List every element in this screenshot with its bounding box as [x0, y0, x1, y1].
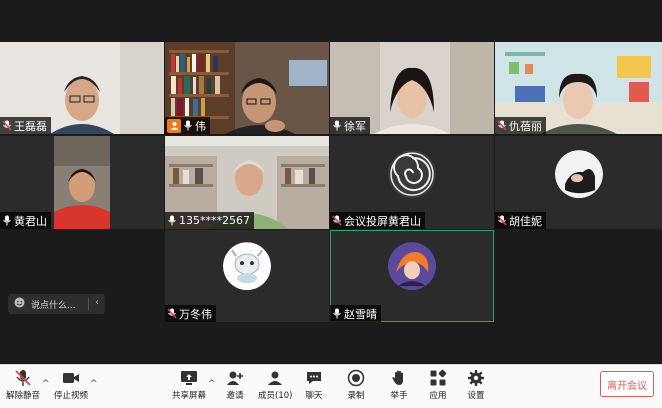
members-icon	[268, 371, 283, 385]
participant-tile-3[interactable]: 仇蓓丽	[495, 42, 662, 134]
unmute-label: 解除静音	[6, 391, 41, 401]
chevron-left-icon[interactable]: ‹	[95, 297, 99, 308]
nameplate: 徐军	[330, 117, 370, 134]
profile-photo-icon	[554, 150, 603, 199]
participant-name: 赵雪晴	[344, 307, 377, 321]
participant-tile-2[interactable]: 徐军	[330, 42, 494, 134]
participant-tile-5[interactable]: 135****2567	[165, 136, 329, 229]
participant-name: 徐军	[344, 119, 366, 133]
emoji-icon[interactable]	[14, 297, 25, 311]
settings-button[interactable]: 设置	[467, 369, 485, 401]
participant-tile-7[interactable]: 胡佳妮	[495, 136, 662, 229]
apps-button[interactable]: 应用	[429, 369, 447, 401]
stop-video-label: 停止视频	[54, 391, 89, 401]
invite-button[interactable]: 邀请	[226, 369, 244, 401]
participant-name: 王磊磊	[14, 119, 47, 133]
avatar	[388, 150, 436, 199]
chat-quick-input[interactable]: 说点什么... ‹	[8, 294, 105, 314]
members-label: 成员(10)	[258, 391, 293, 401]
chat-button[interactable]: 聊天	[305, 369, 323, 401]
mic-muted-icon	[15, 370, 31, 386]
mic-icon	[332, 120, 342, 131]
mic-icon	[167, 215, 177, 226]
nameplate: 王磊磊	[0, 117, 51, 134]
unmute-button[interactable]: 解除静音	[6, 369, 40, 401]
mic-icon	[183, 120, 193, 131]
invite-label: 邀请	[226, 391, 244, 401]
participant-name: 仇蓓丽	[509, 119, 542, 133]
participant-name: 万冬伟	[179, 307, 212, 321]
participant-name: 黄君山	[14, 214, 47, 228]
nameplate: 135****2567	[165, 212, 254, 229]
participant-tile-9[interactable]: 赵雪晴	[330, 230, 494, 322]
share-screen-button[interactable]: 共享屏幕	[172, 369, 206, 401]
mic-muted-icon	[332, 215, 342, 226]
mic-icon	[2, 215, 12, 226]
record-label: 录制	[347, 391, 365, 401]
chat-label: 聊天	[305, 391, 323, 401]
mic-muted-icon	[497, 120, 507, 131]
swirl-logo-icon	[388, 150, 436, 199]
nameplate: 会议投屏黄君山	[330, 212, 425, 229]
record-icon	[347, 369, 365, 387]
nameplate: 仇蓓丽	[495, 117, 546, 134]
participant-tile-0[interactable]: 王磊磊	[0, 42, 164, 134]
chevron-up-icon[interactable]: ^	[90, 379, 98, 389]
nameplate: 赵雪晴	[330, 305, 381, 322]
participant-tile-6[interactable]: 会议投屏黄君山	[330, 136, 494, 229]
mic-icon	[332, 308, 342, 319]
meeting-toolbar: 解除静音 ^ 停止视频 ^ 共享屏幕 ^ 邀请 成员(10) 聊天 录制 举手 …	[0, 364, 662, 408]
mic-muted-icon	[497, 215, 507, 226]
avatar	[554, 150, 603, 199]
settings-label: 设置	[467, 391, 485, 401]
cartoon-avatar-icon	[223, 242, 271, 291]
raise-hand-icon	[392, 370, 403, 385]
nameplate: 万冬伟	[165, 305, 216, 322]
add-user-icon	[227, 371, 243, 385]
nameplate: 黄君山	[0, 212, 51, 229]
apps-icon	[430, 369, 447, 386]
raise-hand-button[interactable]: 举手	[390, 369, 408, 401]
gear-icon	[468, 370, 484, 386]
participant-tile-4[interactable]: 黄君山	[0, 136, 164, 229]
illustration-avatar-icon	[388, 242, 436, 291]
host-icon	[167, 118, 181, 133]
share-screen-icon	[181, 371, 197, 385]
chat-placeholder: 说点什么...	[31, 300, 76, 311]
participant-name: 伟	[195, 119, 206, 133]
apps-label: 应用	[429, 391, 447, 401]
members-button[interactable]: 成员(10)	[258, 369, 292, 401]
participant-tile-1[interactable]: 伟	[165, 42, 329, 134]
record-button[interactable]: 录制	[347, 369, 365, 401]
participant-name: 胡佳妮	[509, 214, 542, 228]
avatar	[223, 242, 271, 291]
nameplate: 伟	[165, 117, 210, 134]
raise-hand-label: 举手	[390, 391, 408, 401]
stop-video-button[interactable]: 停止视频	[54, 369, 88, 401]
divider	[88, 298, 89, 310]
chevron-up-icon[interactable]: ^	[208, 379, 216, 389]
chat-bubble-icon	[307, 372, 321, 384]
nameplate: 胡佳妮	[495, 212, 546, 229]
mic-muted-icon	[167, 308, 177, 319]
leave-meeting-button[interactable]: 离开会议	[600, 371, 654, 397]
meeting-window: 王磊磊 伟 徐军 仇蓓丽 黄君山 135****2567 会议投屏黄君山 胡佳妮…	[0, 0, 662, 408]
camera-icon	[63, 373, 79, 383]
share-screen-label: 共享屏幕	[172, 391, 207, 401]
participant-name: 会议投屏黄君山	[344, 214, 421, 228]
participant-tile-8[interactable]: 万冬伟	[165, 230, 329, 322]
chevron-up-icon[interactable]: ^	[42, 379, 50, 389]
participant-name: 135****2567	[179, 214, 250, 227]
avatar	[388, 242, 436, 291]
mic-muted-icon	[2, 120, 12, 131]
